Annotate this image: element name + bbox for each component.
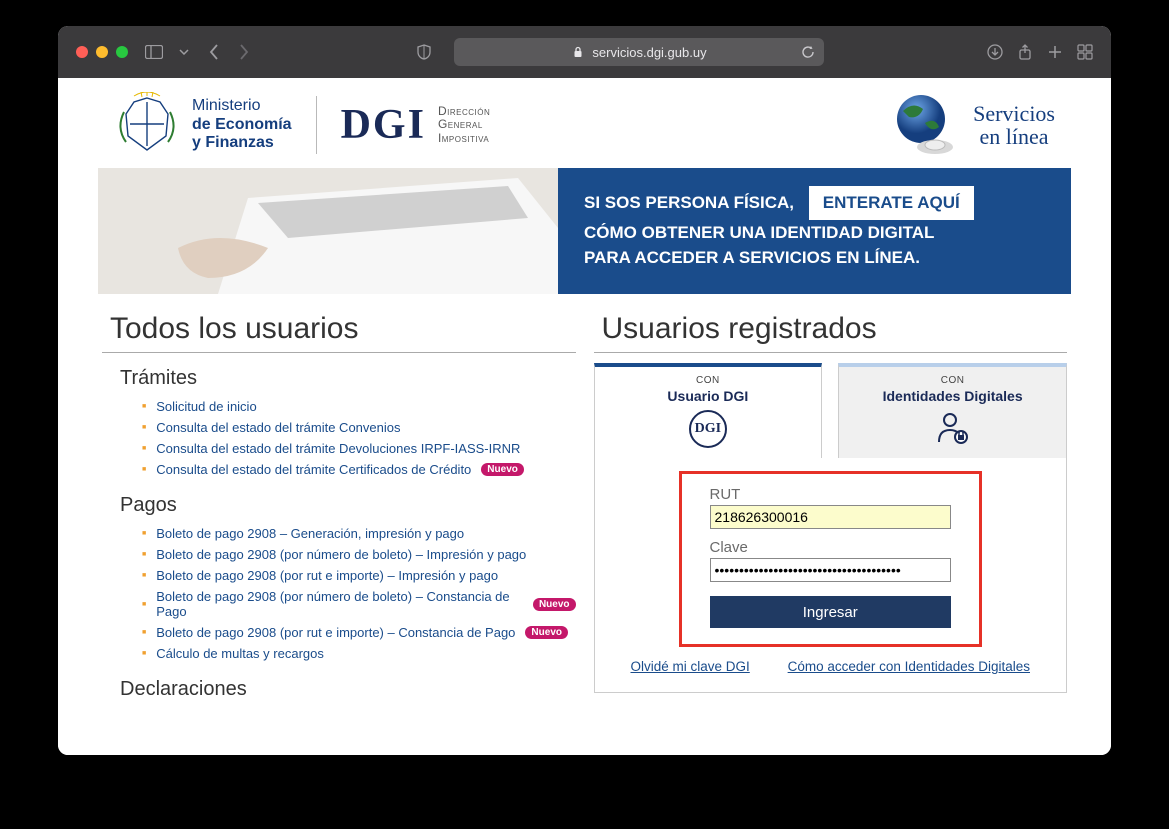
login-highlight-frame: RUT Clave Ingresar <box>679 471 983 647</box>
banner-image <box>98 168 558 294</box>
list-item: Boleto de pago 2908 (por número de bolet… <box>142 586 576 622</box>
link[interactable]: Solicitud de inicio <box>156 399 256 414</box>
chevron-down-icon[interactable] <box>176 44 192 60</box>
link[interactable]: Consulta del estado del trámite Convenio… <box>156 420 400 435</box>
browser-window: servicios.dgi.gub.uy <box>58 26 1111 755</box>
link[interactable]: Boleto de pago 2908 (por rut e importe) … <box>156 568 498 583</box>
link[interactable]: Boleto de pago 2908 (por rut e importe) … <box>156 625 515 640</box>
howto-identidades-link[interactable]: Cómo acceder con Identidades Digitales <box>788 659 1030 674</box>
servicios-line2: en línea <box>973 125 1055 148</box>
rut-label: RUT <box>710 486 952 503</box>
list-item: Boleto de pago 2908 (por rut e importe) … <box>142 565 576 586</box>
mef-line1: Ministerio <box>192 97 292 115</box>
login-form: RUT Clave Ingresar Olvidé mi clave DGI C… <box>594 457 1068 693</box>
tab2-main: Identidades Digitales <box>843 388 1062 404</box>
section-pagos: Pagos <box>120 494 576 517</box>
reload-icon[interactable] <box>800 44 816 60</box>
browser-chrome: servicios.dgi.gub.uy <box>58 26 1111 78</box>
mef-line3: y Finanzas <box>192 134 292 152</box>
maximize-window-button[interactable] <box>116 46 128 58</box>
rut-input[interactable] <box>710 505 952 529</box>
section-tramites: Trámites <box>120 367 576 390</box>
link[interactable]: Consulta del estado del trámite Certific… <box>156 462 471 477</box>
servicios-line1: Servicios <box>973 102 1055 125</box>
section-declaraciones: Declaraciones <box>120 678 576 701</box>
mef-logo[interactable]: Ministerio de Economía y Finanzas <box>114 92 292 158</box>
dgi-sub2: General <box>438 118 490 131</box>
share-icon[interactable] <box>1017 44 1033 60</box>
forgot-password-link[interactable]: Olvidé mi clave DGI <box>631 659 750 674</box>
list-item: Consulta del estado del trámite Certific… <box>142 459 576 480</box>
tab1-sup: CON <box>599 375 818 386</box>
link[interactable]: Boleto de pago 2908 (por número de bolet… <box>156 589 523 619</box>
banner-line1: SI SOS PERSONA FÍSICA, <box>584 193 794 212</box>
tab-usuario-dgi[interactable]: CON Usuario DGI DGI <box>594 363 823 458</box>
forward-button[interactable] <box>236 44 252 60</box>
list-item: Solicitud de inicio <box>142 396 576 417</box>
link[interactable]: Boleto de pago 2908 (por número de bolet… <box>156 547 526 562</box>
dgi-circle-icon: DGI <box>689 410 727 448</box>
coat-of-arms-icon <box>114 92 180 158</box>
downloads-icon[interactable] <box>987 44 1003 60</box>
list-item: Boleto de pago 2908 (por rut e importe) … <box>142 622 576 643</box>
link[interactable]: Boleto de pago 2908 – Generación, impres… <box>156 526 464 541</box>
list-item: Consulta del estado del trámite Convenio… <box>142 417 576 438</box>
banner-line2: CÓMO OBTENER UNA IDENTIDAD DIGITAL <box>584 220 1045 246</box>
hero-banner: SI SOS PERSONA FÍSICA, ENTERATE AQUÍ CÓM… <box>98 168 1071 294</box>
banner-line3: PARA ACCEDER A SERVICIOS EN LÍNEA. <box>584 245 1045 271</box>
close-window-button[interactable] <box>76 46 88 58</box>
link[interactable]: Consulta del estado del trámite Devoluci… <box>156 441 520 456</box>
sidebar-icon[interactable] <box>146 44 162 60</box>
back-button[interactable] <box>206 44 222 60</box>
ingresar-button[interactable]: Ingresar <box>710 596 952 628</box>
banner-cta-button[interactable]: ENTERATE AQUÍ <box>809 186 974 220</box>
registered-users-title: Usuarios registrados <box>594 308 1068 353</box>
list-item: Consulta del estado del trámite Devoluci… <box>142 438 576 459</box>
tramites-list: Solicitud de inicio Consulta del estado d… <box>142 396 576 480</box>
list-item: Boleto de pago 2908 (por número de bolet… <box>142 544 576 565</box>
dgi-logo[interactable]: DGI Dirección General Impositiva <box>341 101 491 149</box>
clave-input[interactable] <box>710 558 952 582</box>
servicios-en-linea-logo[interactable]: Servicios en línea <box>889 93 1055 157</box>
nuevo-badge: Nuevo <box>481 463 524 476</box>
clave-label: Clave <box>710 539 952 556</box>
list-item: Cálculo de multas y recargos <box>142 643 576 664</box>
tabs-overview-icon[interactable] <box>1077 44 1093 60</box>
person-lock-icon <box>936 410 970 444</box>
dgi-abbrev: DGI <box>341 101 426 149</box>
window-controls <box>76 46 128 58</box>
minimize-window-button[interactable] <box>96 46 108 58</box>
nuevo-badge: Nuevo <box>525 626 568 639</box>
divider <box>316 96 317 154</box>
url-host: servicios.dgi.gub.uy <box>592 45 706 60</box>
page-content: Ministerio de Economía y Finanzas DGI Di… <box>58 78 1111 755</box>
lock-icon <box>570 44 586 60</box>
all-users-title: Todos los usuarios <box>102 308 576 353</box>
site-header: Ministerio de Economía y Finanzas DGI Di… <box>58 78 1111 168</box>
address-bar[interactable]: servicios.dgi.gub.uy <box>454 38 824 66</box>
globe-icon <box>889 93 961 157</box>
list-item: Boleto de pago 2908 – Generación, impres… <box>142 523 576 544</box>
tab-identidades-digitales[interactable]: CON Identidades Digitales <box>838 363 1067 458</box>
shield-icon[interactable] <box>416 44 432 60</box>
tab2-sup: CON <box>843 375 1062 386</box>
all-users-panel: Todos los usuarios Trámites Solicitud de… <box>102 308 576 707</box>
mef-line2: de Economía <box>192 116 292 134</box>
registered-users-panel: Usuarios registrados CON Usuario DGI DGI… <box>594 308 1068 707</box>
new-tab-icon[interactable] <box>1047 44 1063 60</box>
tab1-main: Usuario DGI <box>599 388 818 404</box>
nuevo-badge: Nuevo <box>533 598 576 611</box>
link[interactable]: Cálculo de multas y recargos <box>156 646 324 661</box>
pagos-list: Boleto de pago 2908 – Generación, impres… <box>142 523 576 664</box>
dgi-sub3: Impositiva <box>438 132 490 145</box>
